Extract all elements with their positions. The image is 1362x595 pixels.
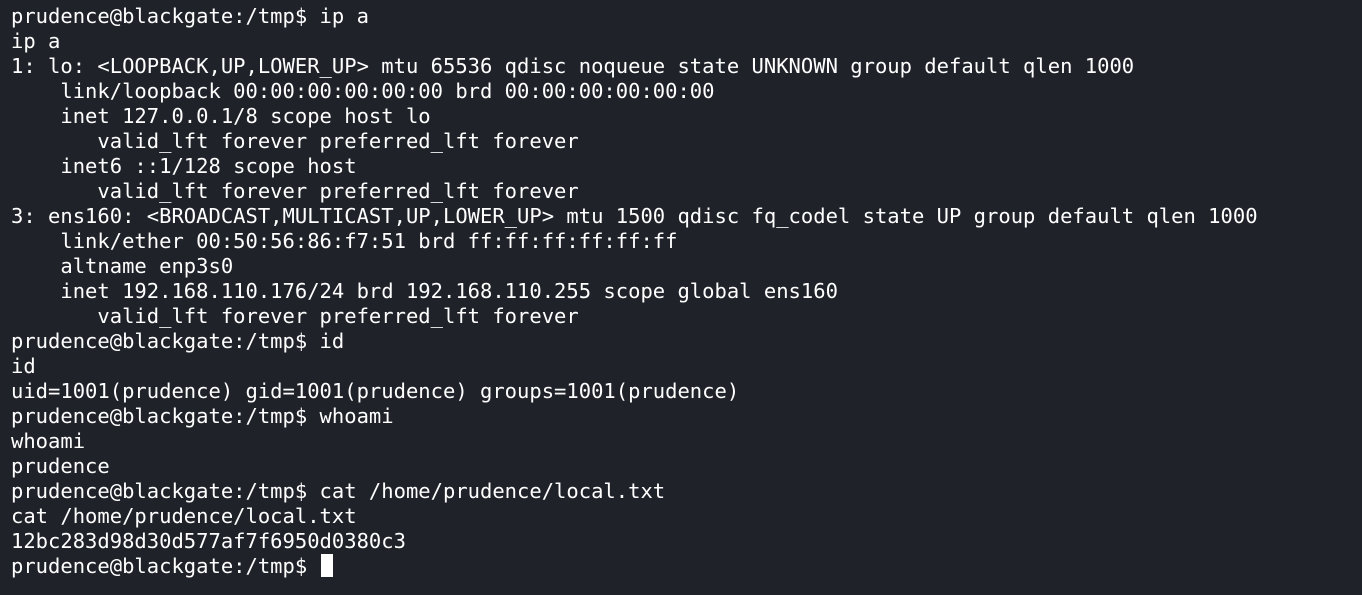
terminal-line: inet 192.168.110.176/24 brd 192.168.110.… [11,279,838,303]
terminal-window[interactable]: prudence@blackgate:/tmp$ ip a ip a 1: lo… [0,0,1362,595]
terminal-prompt: prudence@blackgate:/tmp$ [11,554,320,578]
terminal-line: valid_lft forever preferred_lft forever [11,129,579,153]
terminal-line: prudence [11,454,110,478]
terminal-line: cat /home/prudence/local.txt [11,504,357,528]
terminal-line: inet6 ::1/128 scope host [11,154,357,178]
text-cursor [320,554,333,577]
terminal-line: 12bc283d98d30d577af7f6950d0380c3 [11,529,406,553]
terminal-line: prudence@blackgate:/tmp$ ip a [11,4,369,28]
terminal-line: valid_lft forever preferred_lft forever [11,179,579,203]
terminal-line: link/loopback 00:00:00:00:00:00 brd 00:0… [11,79,715,103]
terminal-line: inet 127.0.0.1/8 scope host lo [11,104,431,128]
terminal-prompt-line[interactable]: prudence@blackgate:/tmp$ [11,554,1362,579]
terminal-line: 1: lo: <LOOPBACK,UP,LOWER_UP> mtu 65536 … [11,54,1135,78]
terminal-line: valid_lft forever preferred_lft forever [11,304,579,328]
terminal-line: prudence@blackgate:/tmp$ whoami [11,404,394,428]
terminal-line: id [11,354,36,378]
terminal-line: prudence@blackgate:/tmp$ id [11,329,345,353]
terminal-line: altname enp3s0 [11,254,234,278]
terminal-line: ip a [11,29,61,53]
terminal-line: uid=1001(prudence) gid=1001(prudence) gr… [11,379,740,403]
terminal-output: prudence@blackgate:/tmp$ ip a ip a 1: lo… [11,4,1362,554]
terminal-line: link/ether 00:50:56:86:f7:51 brd ff:ff:f… [11,229,678,253]
terminal-line: prudence@blackgate:/tmp$ cat /home/prude… [11,479,666,503]
terminal-line: 3: ens160: <BROADCAST,MULTICAST,UP,LOWER… [11,204,1258,228]
terminal-line: whoami [11,429,86,453]
